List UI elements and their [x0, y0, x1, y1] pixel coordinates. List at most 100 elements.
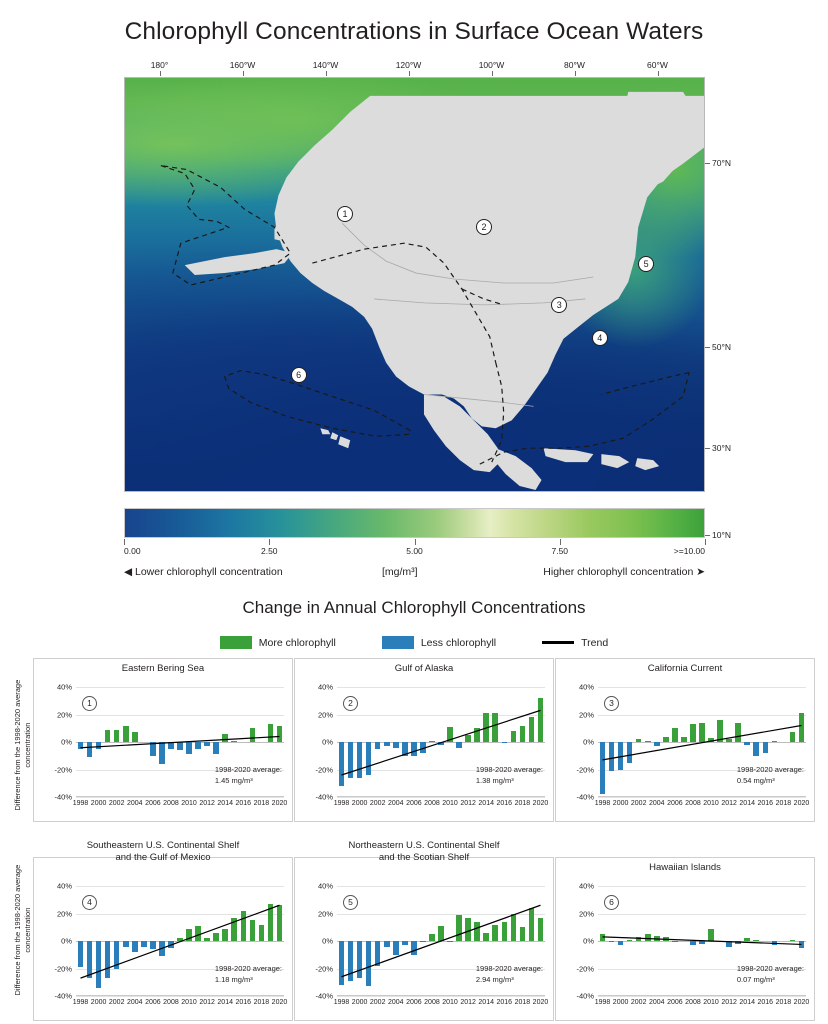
y-axis-label-row2: Difference from the 1998-2020 average co…	[12, 864, 32, 996]
gridline	[598, 797, 806, 798]
x-tick-label: 2012	[721, 800, 737, 807]
page-title: Chlorophyll Concentrations in Surface Oc…	[124, 18, 704, 45]
colorbar-tick	[269, 539, 271, 545]
x-tick-label: 1998	[333, 999, 350, 1006]
x-tick-label: 2008	[424, 800, 440, 807]
latitude-label: 30°N	[712, 443, 731, 453]
colorbar-tick-label: 7.50	[551, 546, 569, 556]
y-tick-label: 40%	[578, 881, 594, 891]
subplot-6: Hawaiian Islands 40% 20% 0% -20% -40% 1998 2000…	[555, 857, 815, 1021]
x-tick-label: 2000	[612, 800, 629, 807]
map-marker-6[interactable]: 6	[290, 367, 307, 384]
x-tick-label: 2014	[478, 800, 494, 807]
chart-legend: More chlorophyll Less chlorophyll Trend	[0, 636, 828, 649]
longitude-label: 120°W	[395, 60, 422, 70]
average-label: 1998-2020 average:	[736, 764, 804, 774]
x-tick-label: 2014	[217, 999, 233, 1006]
x-tick-label: 2014	[478, 999, 494, 1006]
legend-label-less: Less chlorophyll	[420, 636, 497, 649]
gridline	[598, 996, 806, 997]
subplot-badge-2: 2	[343, 695, 358, 711]
y-tick-label: 40%	[56, 881, 72, 891]
x-tick-label: 2006	[406, 999, 422, 1006]
x-axis	[598, 995, 806, 996]
map-marker-4[interactable]: 4	[591, 330, 608, 347]
y-tick-label: 0%	[61, 737, 72, 747]
average-note-6: 1998-2020 average: 0.07 mg/m³	[737, 963, 804, 986]
map-marker-5[interactable]: 5	[638, 255, 655, 272]
y-tick-label: 20%	[56, 909, 72, 918]
average-label: 1998-2020 average:	[736, 963, 804, 973]
y-tick-label: -40%	[576, 792, 594, 802]
y-tick-label: -40%	[315, 792, 333, 802]
map-marker-1[interactable]: 1	[337, 206, 354, 223]
longitude-label: 180°	[150, 60, 169, 70]
subplot-badge-3: 3	[604, 695, 619, 711]
colorbar-tick-label: 0.00	[124, 546, 141, 556]
y-tick-label: 20%	[578, 909, 594, 918]
latitude-tick	[705, 163, 710, 164]
lower-section-title: Change in Annual Chlorophyll Concentrati…	[242, 598, 586, 617]
x-tick-label: 2006	[406, 800, 422, 807]
x-tick-label: 2002	[630, 999, 647, 1006]
y-tick-label: -20%	[315, 765, 333, 774]
longitude-label: 160°W	[229, 60, 256, 70]
colorbar-tick-label: 2.50	[260, 546, 278, 556]
latitude-label: 50°N	[712, 342, 731, 352]
average-note-3: 1998-2020 average: 0.54 mg/m³	[737, 764, 804, 787]
longitude-tick	[242, 71, 244, 76]
x-tick-label: 2004	[126, 999, 143, 1006]
subplot-title-4: Southeastern U.S. Continental Shelf and t…	[34, 840, 292, 864]
subplot-3: California Current 40% 20% 0% -20% -40% 1998 20…	[555, 658, 815, 822]
subplot-5: Northeastern U.S. Continental Shelf and t…	[294, 840, 554, 1021]
y-tick-label: 20%	[578, 710, 594, 719]
x-tick-label: 1998	[72, 999, 89, 1006]
y-tick-label: 20%	[317, 710, 333, 719]
x-axis	[337, 995, 545, 996]
subplot-title-1: Eastern Bering Sea	[121, 663, 205, 674]
average-label: 1998-2020 average:	[475, 963, 543, 973]
x-tick-label: 2018	[514, 999, 531, 1006]
y-tick-label: 20%	[317, 909, 333, 918]
x-tick-label: 2020	[271, 999, 288, 1006]
map-marker-3[interactable]: 3	[551, 297, 568, 314]
x-tick-label: 2000	[351, 800, 368, 807]
subplot-title-6: Hawaiian Islands	[649, 862, 721, 873]
x-tick-label: 1998	[594, 800, 611, 807]
colorbar-tick	[559, 539, 561, 545]
map-section: 180° 160°W 140°W 120°W 100°W 80°W 60°W 1…	[0, 52, 828, 540]
x-tick-label: 2008	[163, 800, 179, 807]
x-tick-label: 2002	[108, 999, 125, 1006]
y-tick-label: -20%	[315, 964, 333, 973]
x-tick-label: 2016	[235, 999, 252, 1006]
colorbar-tick	[414, 539, 416, 545]
x-tick-label: 2014	[217, 800, 233, 807]
subplot-title-line1: Southeastern U.S. Continental Shelf	[86, 840, 240, 851]
legend-item-trend: Trend	[542, 637, 608, 649]
chlorophyll-map: 1 2 3 4 5 6	[124, 77, 705, 492]
average-value: 1.45 mg/m³	[214, 775, 253, 785]
average-label: 1998-2020 average:	[214, 963, 282, 973]
longitude-tick	[574, 71, 576, 76]
gridline	[337, 996, 545, 997]
legend-line-trend	[542, 641, 575, 644]
average-value: 1.18 mg/m³	[214, 974, 253, 984]
plot-area-4: 40% 20% 0% -20% -40% 1998 2000 2002 2004 2006 2008…	[54, 882, 287, 1007]
map-marker-2[interactable]: 2	[475, 218, 492, 235]
gridline	[76, 797, 284, 798]
x-tick-label: 2020	[532, 800, 549, 807]
y-tick-label: 0%	[61, 936, 72, 946]
colorbar-center-caption: [mg/m³]	[382, 566, 418, 578]
subplot-2: Gulf of Alaska 40% 20% 0% -20% -40% 1998 2000 20…	[294, 658, 554, 822]
y-tick-label: 0%	[322, 936, 333, 946]
plot-area-3: 40% 20% 0% -20% -40% 1998 2000 2002 2004 2006 2008…	[576, 683, 809, 808]
average-value: 0.07 mg/m³	[736, 974, 775, 984]
y-tick-label: -40%	[54, 991, 72, 1001]
plot-area-5: 40% 20% 0% -20% -40% 1998 2000 2002 2004 2006 2008…	[315, 882, 548, 1007]
x-tick-label: 2010	[442, 999, 458, 1006]
latitude-tick	[705, 347, 710, 348]
average-note-4: 1998-2020 average: 1.18 mg/m³	[215, 963, 282, 986]
x-tick-label: 2018	[775, 800, 792, 807]
y-tick-label: 40%	[317, 881, 333, 891]
legend-swatch-less	[381, 636, 414, 649]
